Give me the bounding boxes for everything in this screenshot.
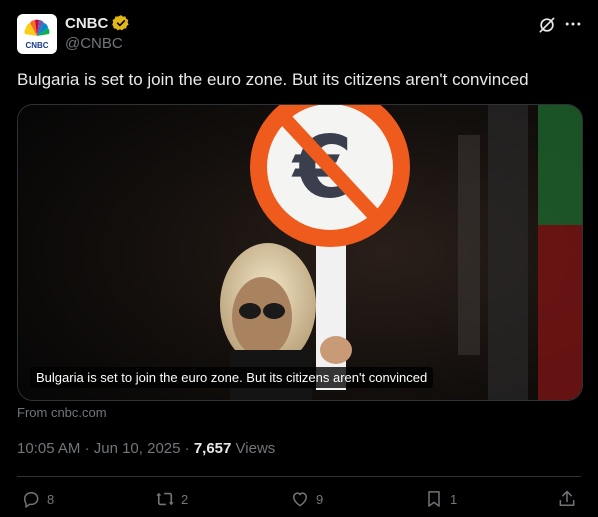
bookmark-count: 1 bbox=[450, 491, 458, 507]
avatar[interactable]: CNBC bbox=[17, 14, 57, 54]
meta-separator: · bbox=[84, 440, 90, 457]
reply-icon bbox=[24, 492, 39, 508]
card-image: € bbox=[18, 105, 582, 400]
like-count: 9 bbox=[316, 491, 324, 507]
reply-count: 8 bbox=[47, 491, 55, 507]
grok-icon[interactable] bbox=[537, 15, 557, 35]
card-caption: Bulgaria is set to join the euro zone. B… bbox=[30, 367, 434, 388]
tweet-meta: 10:05 AM · Jun 10, 2025 · 7,657 Views bbox=[17, 440, 275, 457]
logo-text: CNBC bbox=[25, 41, 48, 50]
link-card[interactable]: € Bulgaria is set to join the euro zone.… bbox=[17, 104, 583, 401]
tweet-time[interactable]: 10:05 AM bbox=[17, 440, 80, 457]
like-icon bbox=[293, 492, 307, 507]
repost-count: 2 bbox=[181, 491, 189, 507]
share-button[interactable] bbox=[557, 489, 577, 509]
reply-button[interactable]: 8 bbox=[21, 489, 54, 509]
repost-button[interactable]: 2 bbox=[155, 489, 188, 509]
card-source[interactable]: From cnbc.com bbox=[17, 405, 107, 420]
divider bbox=[17, 476, 581, 477]
bookmark-icon bbox=[428, 491, 440, 507]
tweet-date[interactable]: Jun 10, 2025 bbox=[94, 440, 181, 457]
account-handle[interactable]: @CNBC bbox=[65, 35, 123, 52]
views-label: Views bbox=[235, 440, 276, 457]
share-icon bbox=[559, 490, 575, 506]
views-count: 7,657 bbox=[193, 440, 232, 457]
meta-separator: · bbox=[184, 440, 190, 457]
more-icon[interactable] bbox=[563, 14, 583, 34]
bookmark-button[interactable]: 1 bbox=[424, 489, 457, 509]
repost-icon bbox=[156, 492, 174, 506]
like-button[interactable]: 9 bbox=[290, 489, 323, 509]
account-name-row[interactable]: CNBC bbox=[65, 14, 130, 32]
cnbc-peacock-logo: CNBC bbox=[24, 19, 50, 50]
tweet-text: Bulgaria is set to join the euro zone. B… bbox=[17, 70, 529, 89]
verified-icon bbox=[112, 15, 129, 31]
account-name[interactable]: CNBC bbox=[65, 15, 108, 32]
